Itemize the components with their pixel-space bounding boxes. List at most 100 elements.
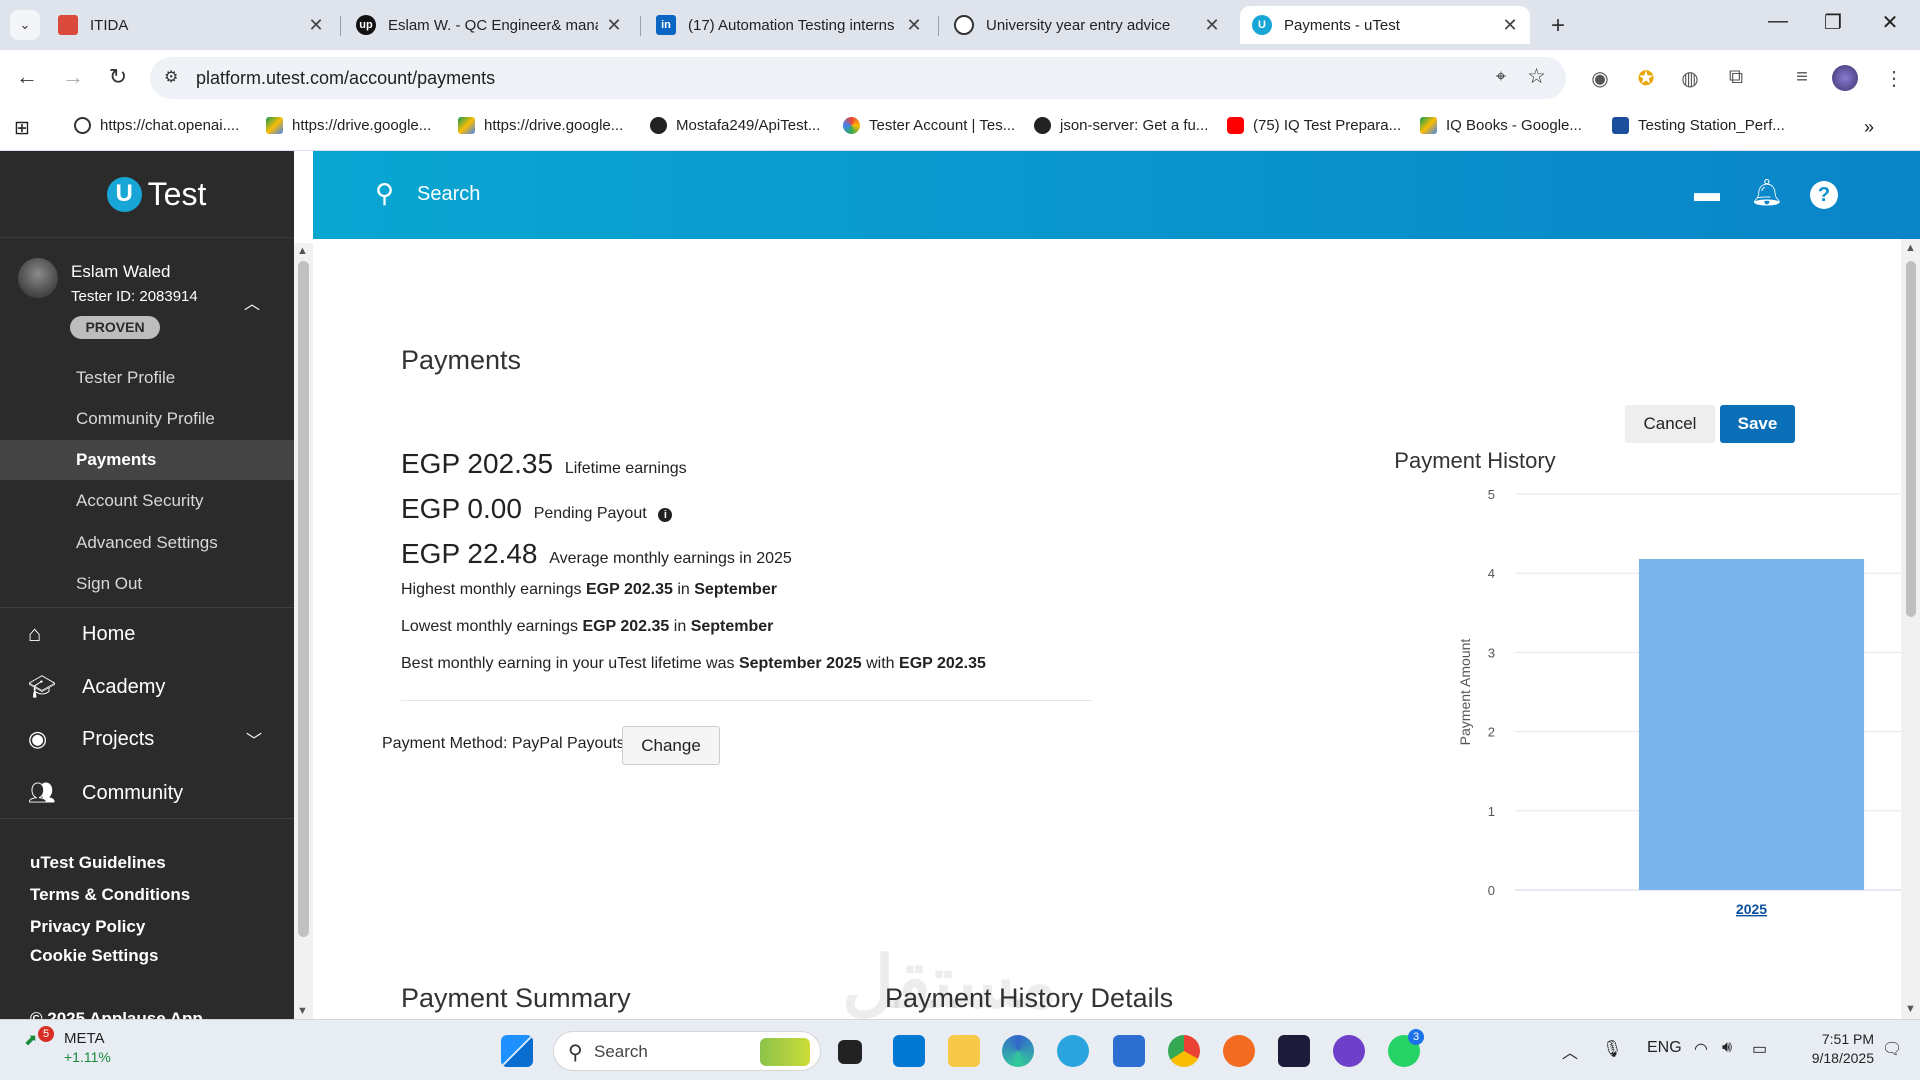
- help-icon[interactable]: ?: [1810, 181, 1838, 209]
- scroll-up-arrow-icon[interactable]: ▲: [297, 245, 308, 257]
- reload-button[interactable]: ↻: [103, 64, 133, 90]
- bookmark-item[interactable]: https://drive.google...: [266, 117, 431, 134]
- tab-payments-utest[interactable]: U Payments - uTest ✕: [1240, 6, 1530, 44]
- close-icon[interactable]: ✕: [606, 15, 622, 36]
- edge-icon[interactable]: [1002, 1035, 1034, 1067]
- clock[interactable]: 7:51 PM 9/18/2025: [1794, 1031, 1874, 1066]
- nav-home[interactable]: ⌂ Home: [0, 608, 294, 660]
- profile-avatar[interactable]: [1832, 65, 1858, 91]
- tab-itida[interactable]: ITIDA ✕: [46, 6, 336, 44]
- link-utest-guidelines[interactable]: uTest Guidelines: [30, 853, 166, 873]
- more-bookmarks-icon[interactable]: »: [1864, 117, 1874, 138]
- search-icon[interactable]: ⚲: [375, 178, 394, 209]
- chevron-up-icon[interactable]: ︿: [244, 290, 260, 314]
- sidebar-item-sign-out[interactable]: Sign Out: [0, 564, 294, 604]
- sidebar-scrollbar[interactable]: ▲ ▼: [294, 243, 313, 1019]
- taskbar-search[interactable]: ⚲ Search: [553, 1031, 821, 1071]
- new-tab-button[interactable]: +: [1544, 12, 1572, 40]
- link-terms-conditions[interactable]: Terms & Conditions: [30, 885, 190, 905]
- bookmark-item[interactable]: Tester Account | Tes...: [843, 117, 1015, 134]
- sidebar-item-advanced-settings[interactable]: Advanced Settings: [0, 523, 294, 563]
- close-icon[interactable]: ✕: [1502, 15, 1518, 36]
- media-controls-icon[interactable]: ≡: [1788, 66, 1816, 89]
- close-icon[interactable]: ✕: [1204, 15, 1220, 36]
- link-cookie-settings[interactable]: Cookie Settings: [30, 946, 158, 966]
- info-icon[interactable]: i: [658, 508, 673, 522]
- link-privacy-policy[interactable]: Privacy Policy: [30, 917, 145, 937]
- tab-chatgpt[interactable]: University year entry advice ✕: [942, 6, 1232, 44]
- url-text[interactable]: platform.utest.com/account/payments: [196, 68, 495, 89]
- utest-logo[interactable]: U Test: [0, 151, 294, 237]
- extensions-puzzle-icon[interactable]: ⧉: [1722, 66, 1750, 89]
- task-view-icon[interactable]: [838, 1040, 862, 1064]
- chrome-icon[interactable]: [1168, 1035, 1200, 1067]
- save-button[interactable]: Save: [1720, 405, 1795, 443]
- bookmark-item[interactable]: https://chat.openai....: [74, 117, 239, 134]
- sidebar-item-tester-profile[interactable]: Tester Profile: [0, 358, 294, 398]
- battery-icon[interactable]: ▭: [1752, 1039, 1767, 1059]
- language-indicator[interactable]: ENG: [1647, 1039, 1682, 1057]
- restore-button[interactable]: ❐: [1813, 10, 1853, 35]
- address-bar[interactable]: ⚙ platform.utest.com/account/payments ⌖ …: [150, 57, 1566, 99]
- camera-icon[interactable]: ◉: [1586, 66, 1614, 91]
- outlook-icon[interactable]: [893, 1035, 925, 1067]
- scrollbar-thumb[interactable]: [298, 261, 309, 937]
- scroll-down-arrow-icon[interactable]: ▼: [1905, 1003, 1916, 1015]
- change-payment-method-button[interactable]: Change: [622, 726, 720, 765]
- bookmark-star-icon[interactable]: ☆: [1527, 64, 1546, 89]
- intellij-icon[interactable]: [1278, 1035, 1310, 1067]
- back-button[interactable]: ←: [12, 64, 42, 90]
- x-tick-label[interactable]: 2025: [1736, 901, 1767, 917]
- chevron-up-icon[interactable]: ︿: [1562, 1039, 1578, 1063]
- whatsapp-icon[interactable]: 3: [1388, 1029, 1424, 1067]
- forward-button[interactable]: →: [58, 64, 88, 90]
- close-icon[interactable]: ✕: [308, 15, 324, 36]
- chevron-down-icon[interactable]: ﹀: [246, 727, 262, 751]
- close-window-button[interactable]: ✕: [1870, 10, 1910, 35]
- windows-start-icon[interactable]: [501, 1035, 533, 1067]
- bookmark-item[interactable]: (75) IQ Test Prepara...: [1227, 117, 1401, 134]
- volume-icon[interactable]: 🔊︎: [1722, 1039, 1732, 1057]
- sidebar-item-community-profile[interactable]: Community Profile: [0, 399, 294, 439]
- file-explorer-icon[interactable]: [948, 1035, 980, 1067]
- bell-icon[interactable]: 🔔︎: [1750, 177, 1784, 208]
- tab-search-button[interactable]: ⌄: [10, 10, 40, 40]
- bookmark-item[interactable]: Mostafa249/ApiTest...: [650, 117, 820, 134]
- close-icon[interactable]: ✕: [906, 15, 922, 36]
- github-desktop-icon[interactable]: [1333, 1035, 1365, 1067]
- sidebar-item-payments[interactable]: Payments: [0, 440, 294, 480]
- nav-projects[interactable]: ◉ Projects ﹀: [0, 713, 294, 765]
- cancel-button[interactable]: Cancel: [1625, 405, 1715, 443]
- main-scrollbar[interactable]: ▲ ▼: [1901, 239, 1920, 1019]
- globe-icon[interactable]: ◍: [1676, 66, 1704, 91]
- avatar[interactable]: [18, 258, 58, 298]
- scrollbar-thumb[interactable]: [1906, 261, 1916, 617]
- stock-widget[interactable]: ⬈ 5 META +1.11%: [24, 1026, 111, 1065]
- extension-icon[interactable]: ✪: [1632, 66, 1660, 91]
- notification-icon[interactable]: 🗨︎: [1882, 1039, 1902, 1059]
- sidebar-item-account-security[interactable]: Account Security: [0, 481, 294, 521]
- tab-upwork[interactable]: up Eslam W. - QC Engineer& mana ✕: [344, 6, 634, 44]
- telegram-icon[interactable]: [1057, 1035, 1089, 1067]
- postman-icon[interactable]: [1223, 1035, 1255, 1067]
- bookmark-item[interactable]: IQ Books - Google...: [1420, 117, 1582, 134]
- wifi-icon[interactable]: ◠: [1694, 1039, 1708, 1059]
- bookmark-item[interactable]: json-server: Get a fu...: [1034, 117, 1208, 134]
- bookmark-item[interactable]: https://drive.google...: [458, 117, 623, 134]
- apps-grid-icon[interactable]: ⊞: [14, 117, 30, 140]
- microphone-icon[interactable]: 🎙︎: [1602, 1039, 1622, 1059]
- site-settings-icon[interactable]: ⚙: [164, 67, 178, 87]
- scroll-up-arrow-icon[interactable]: ▲: [1905, 242, 1916, 254]
- nav-community[interactable]: 👥︎ Community: [0, 767, 294, 819]
- upwork-favicon: up: [356, 15, 376, 35]
- nav-academy[interactable]: 🎓︎ Academy: [0, 661, 294, 713]
- menu-kebab-icon[interactable]: ⋮: [1880, 66, 1908, 91]
- scroll-down-arrow-icon[interactable]: ▼: [297, 1005, 308, 1017]
- header-search[interactable]: Search: [417, 183, 480, 206]
- chat-icon[interactable]: ▬: [1690, 177, 1724, 208]
- bookmark-item[interactable]: Testing Station_Perf...: [1612, 117, 1785, 134]
- minimize-button[interactable]: —: [1758, 10, 1798, 33]
- location-pin-icon[interactable]: ⌖: [1496, 66, 1506, 87]
- store-icon[interactable]: [1113, 1035, 1145, 1067]
- tab-linkedin[interactable]: in (17) Automation Testing interns ✕: [644, 6, 934, 44]
